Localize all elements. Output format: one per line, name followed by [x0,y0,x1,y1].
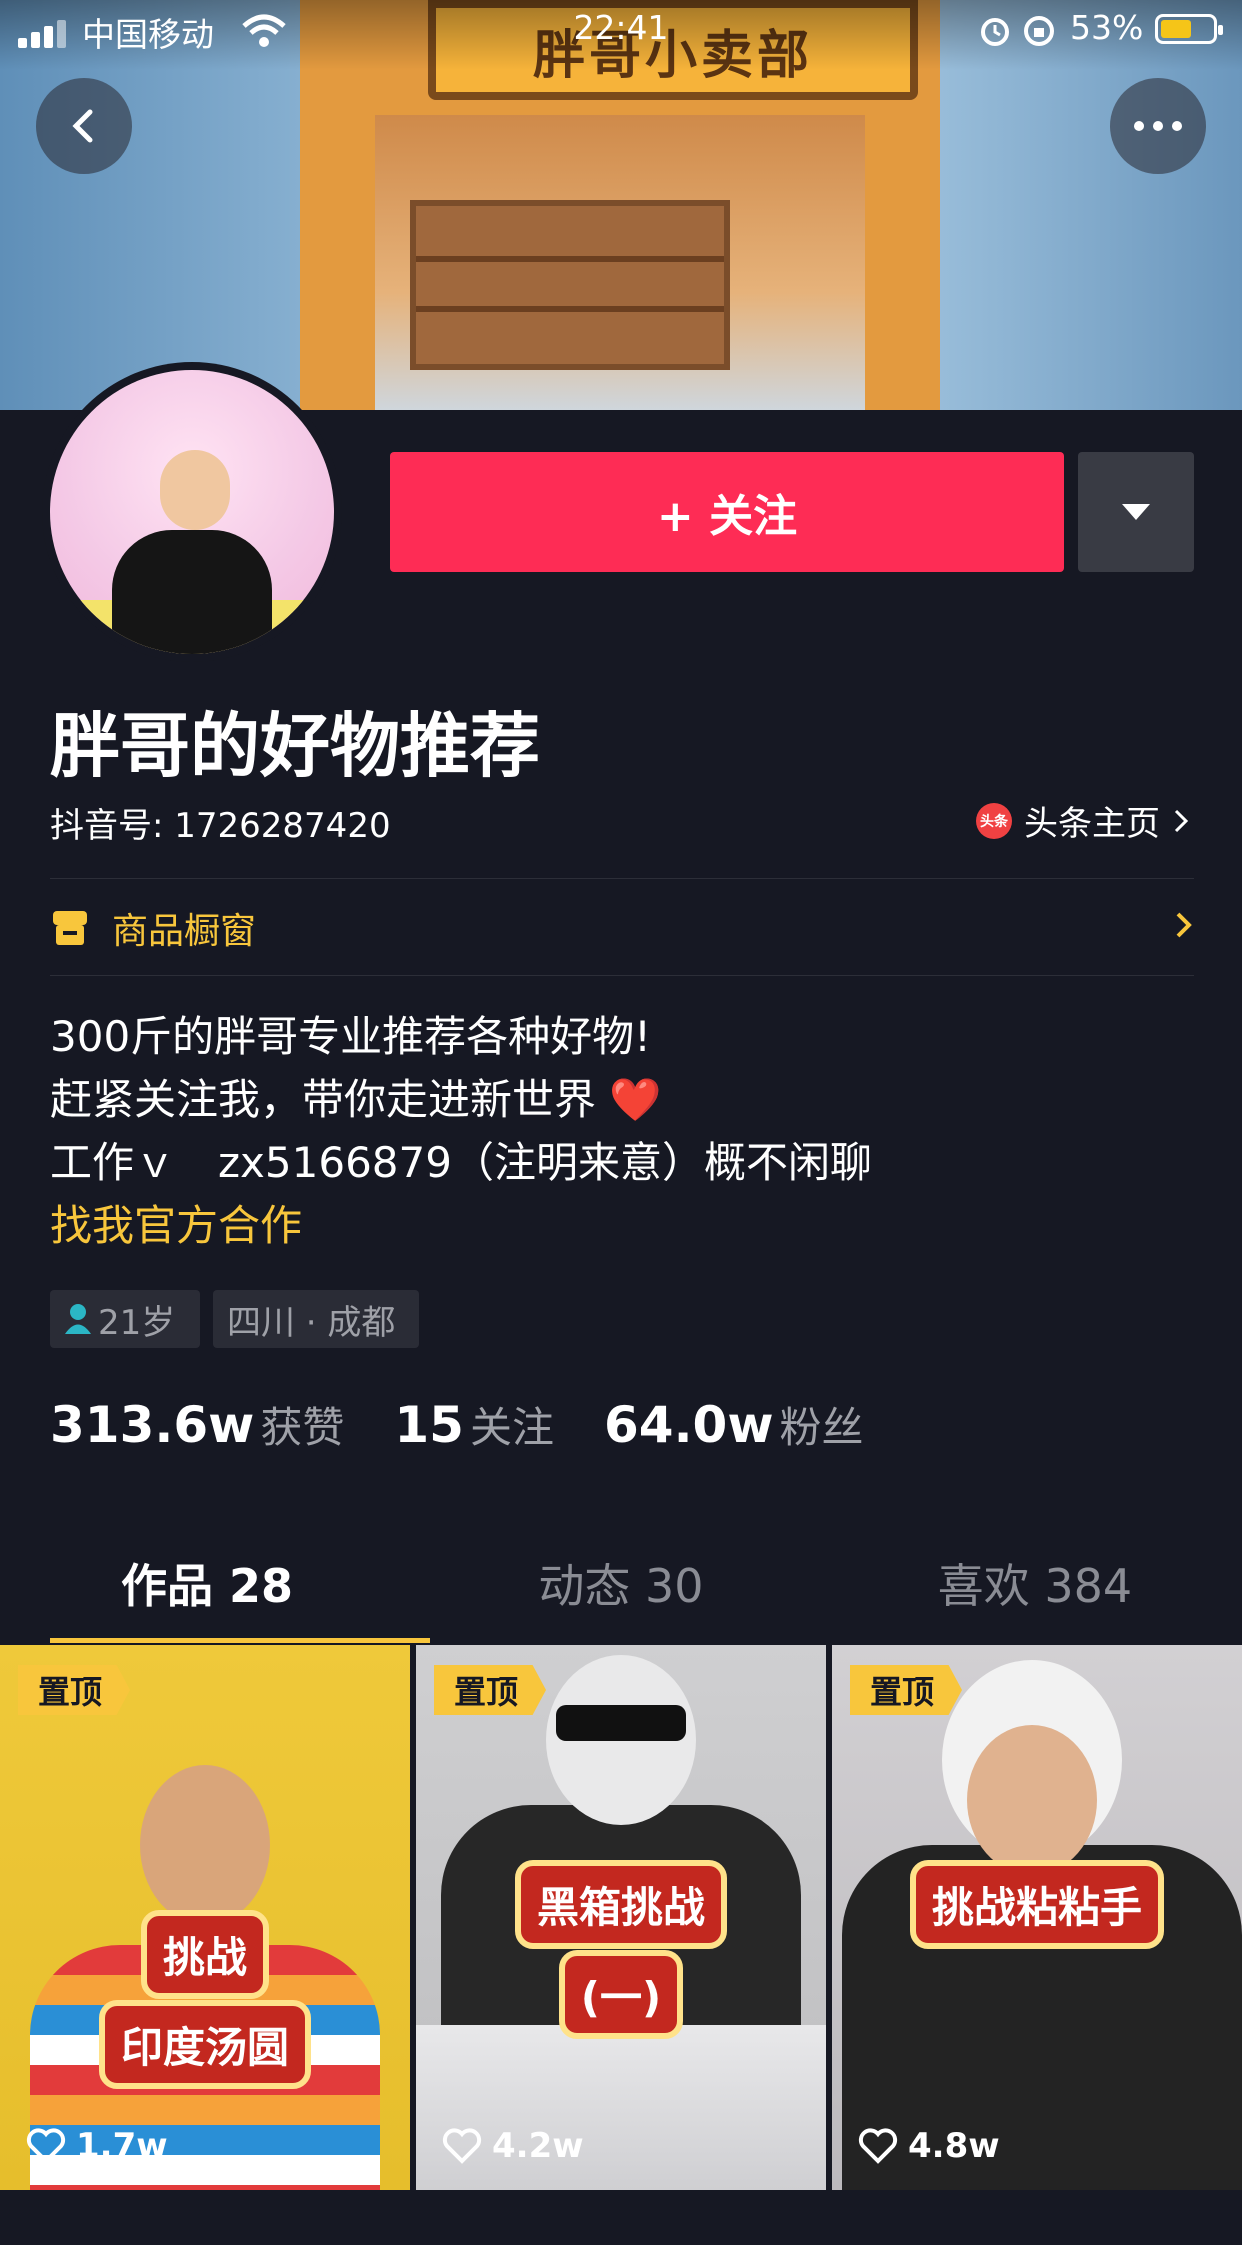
followers-label[interactable]: 粉丝 [780,1394,864,1455]
divider [50,878,1194,879]
storefront-icon [53,911,87,945]
rotation-lock-icon [1024,16,1054,46]
bio-line: 工作ｖ zx5166879（注明来意）概不闲聊 [50,1138,872,1187]
video-caption: 挑战粘粘手 [909,1860,1164,1949]
video-likes: 1.7w [26,2126,168,2166]
battery-icon [1155,14,1223,44]
tab-liked[interactable]: 喜欢 384 [828,1550,1242,1640]
pinned-badge: 置顶 [850,1665,963,1715]
recommend-dropdown-button[interactable] [1078,452,1194,572]
profile-banner: 胖哥小卖部 [0,0,1242,410]
toutiao-link-label: 头条主页 [1024,804,1160,844]
battery-percent: 53% [1070,8,1144,47]
location-tag: 四川 · 成都 [213,1290,419,1348]
video-likes-count: 4.8w [908,2126,1000,2166]
location-label: 四川 · 成都 [227,1302,396,1343]
heart-outline-icon [858,2128,898,2164]
video-caption: 黑箱挑战 [514,1860,727,1949]
banner-shelf [410,200,730,370]
official-collab-link[interactable]: 找我官方合作 [50,1194,872,1257]
toutiao-icon: 头条 [976,802,1012,839]
shop-window-row[interactable]: 商品橱窗 [50,898,1194,958]
caret-down-icon [1122,504,1150,520]
followers-count[interactable]: 64.0w [604,1396,774,1454]
profile-name: 胖哥的好物推荐 [50,705,540,787]
bio-line-text: 赶紧关注我，带你走进新世界 [50,1075,597,1124]
douyin-id: 抖音号: 1726287420 [50,806,391,846]
heart-emoji: ❤️ [609,1075,662,1124]
age-tag: 21岁 [50,1290,200,1348]
bio-line: 300斤的胖哥专业推荐各种好物! [50,1012,652,1061]
likes-count: 313.6w [50,1396,255,1454]
follow-button-label: + 关注 [656,491,798,542]
pinned-badge: 置顶 [434,1665,547,1715]
content-tabs: 作品 28 动态 30 喜欢 384 [0,1550,1242,1640]
bio-line: 赶紧关注我，带你走进新世界 ❤️ [50,1068,872,1131]
back-button[interactable] [36,78,132,174]
video-likes: 4.2w [442,2126,584,2166]
shop-window-label: 商品橱窗 [112,911,257,952]
alarm-icon [981,18,1009,46]
avatar[interactable] [42,362,342,662]
video-thumbnail[interactable]: 挑战 印度汤圆 置顶 1.7w [0,1645,410,2190]
profile-bio: 300斤的胖哥专业推荐各种好物! 赶紧关注我，带你走进新世界 ❤️ 工作ｖ zx… [50,1005,872,1257]
chevron-right-icon [1174,809,1189,832]
heart-outline-icon [26,2128,66,2164]
video-thumbnail[interactable]: 黑箱挑战 (一) 置顶 4.2w [416,1645,826,2190]
tab-moments[interactable]: 动态 30 [414,1550,828,1640]
pinned-badge: 置顶 [18,1665,131,1715]
status-bar: 中国移动 22:41 53% [0,0,1242,60]
video-thumbnail[interactable]: 挑战粘粘手 置顶 4.8w [832,1645,1242,2190]
toutiao-homepage-link[interactable]: 头条 头条主页 [976,796,1190,845]
chevron-right-icon [1176,912,1192,938]
more-options-button[interactable] [1110,78,1206,174]
follow-button[interactable]: + 关注 [390,452,1064,572]
video-caption: (一) [558,1950,684,2039]
chevron-left-icon [72,109,93,143]
profile-stats: 313.6w 获赞 15 关注 64.0w 粉丝 [50,1394,914,1455]
person-icon [65,1304,91,1334]
video-caption: 挑战 [140,1910,269,1999]
following-count[interactable]: 15 [394,1396,464,1454]
video-likes-count: 1.7w [76,2126,168,2166]
likes-label: 获赞 [260,1403,345,1452]
heart-outline-icon [442,2128,482,2164]
ellipsis-icon [1134,121,1182,131]
active-tab-indicator [50,1638,430,1643]
divider [50,975,1194,976]
age-label: 21岁 [98,1302,176,1343]
video-likes: 4.8w [858,2126,1000,2166]
video-grid: 挑战 印度汤圆 置顶 1.7w 黑箱挑战 (一) 置顶 4.2w 挑战粘粘手 置… [0,1645,1242,2245]
video-caption: 印度汤圆 [98,2000,311,2089]
following-label[interactable]: 关注 [470,1394,554,1455]
tab-works[interactable]: 作品 28 [0,1550,414,1640]
video-likes-count: 4.2w [492,2126,584,2166]
